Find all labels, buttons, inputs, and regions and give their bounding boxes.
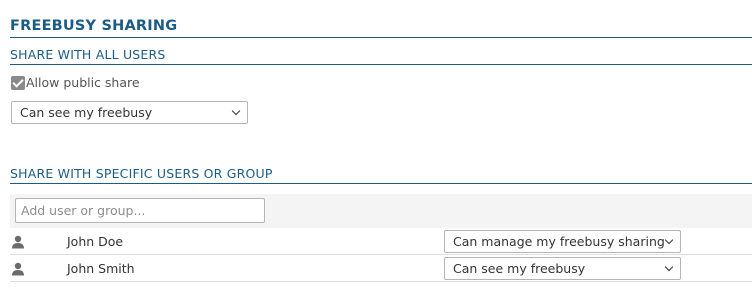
share-specific-divider [10, 183, 752, 184]
allow-public-share[interactable]: Allow public share [11, 75, 140, 90]
user-row: John Doe Can manage my freebusy sharing [10, 228, 752, 255]
page-title: FREEBUSY SHARING [10, 18, 178, 34]
chevron-down-icon [231, 106, 241, 116]
share-all-divider [10, 64, 752, 65]
title-divider [10, 37, 752, 38]
chevron-down-icon [664, 235, 674, 245]
public-permission-select[interactable]: Can see my freebusy [11, 101, 248, 124]
allow-public-share-label: Allow public share [26, 75, 140, 90]
share-all-heading: SHARE WITH ALL USERS [10, 47, 166, 62]
chevron-down-icon [664, 262, 674, 272]
user-name: John Doe [67, 234, 124, 249]
allow-public-share-checkbox[interactable] [11, 75, 25, 90]
freebusy-sharing-panel: FREEBUSY SHARING SHARE WITH ALL USERS Al… [0, 0, 752, 302]
add-user-placeholder: Add user or group... [21, 203, 146, 218]
user-permission-value: Can manage my freebusy sharing [453, 234, 665, 249]
user-icon [12, 235, 24, 249]
add-user-input[interactable]: Add user or group... [15, 198, 265, 223]
public-permission-value: Can see my freebusy [20, 105, 153, 120]
user-permission-select[interactable]: Can see my freebusy [444, 257, 681, 280]
user-permission-value: Can see my freebusy [453, 261, 586, 276]
user-name: John Smith [67, 261, 135, 276]
user-icon [12, 262, 24, 276]
share-specific-heading: SHARE WITH SPECIFIC USERS OR GROUP [10, 166, 273, 181]
user-row: John Smith Can see my freebusy [10, 255, 752, 282]
user-permission-select[interactable]: Can manage my freebusy sharing [444, 230, 681, 253]
